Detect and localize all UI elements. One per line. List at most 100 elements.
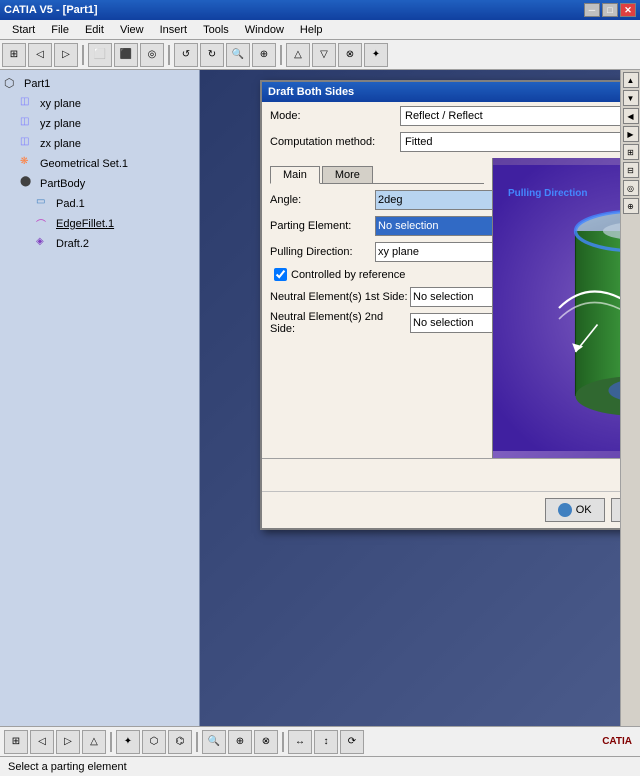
ok-icon	[558, 503, 572, 517]
dialog-footer: OK Cancel Preview	[262, 491, 620, 528]
bottom-btn-4[interactable]: △	[82, 730, 106, 754]
bottom-btn-6[interactable]: ⬡	[142, 730, 166, 754]
menu-tools[interactable]: Tools	[195, 22, 237, 38]
mode-label: Mode:	[270, 110, 400, 122]
close-button[interactable]: ✕	[620, 3, 636, 17]
tree-item-partbody[interactable]: ⬤ PartBody	[4, 174, 195, 194]
tree-item-geoset[interactable]: ❋ Geometrical Set.1	[4, 154, 195, 174]
ok-button[interactable]: OK	[545, 498, 605, 522]
pad-icon: ▭	[36, 196, 52, 212]
bottom-toolbar: ⊞ ◁ ▷ △ ✦ ⬡ ⌬ 🔍 ⊕ ⊗ ↔ ↕ ⟳ CATIA	[0, 726, 640, 756]
bottom-btn-8[interactable]: 🔍	[202, 730, 226, 754]
part-icon: ⬡	[4, 76, 20, 92]
toolbar-btn-4[interactable]: ⬜	[88, 43, 112, 67]
tree-item-part1[interactable]: ⬡ Part1	[4, 74, 195, 94]
pulling-direction-preview-label: Pulling Direction	[508, 188, 587, 199]
workspace: ⬡ Part1 ◫ xy plane ◫ yz plane ◫ zx plane…	[0, 70, 640, 726]
geoset-icon: ❋	[20, 156, 36, 172]
dialog-preview: Neutral 1st side Pulling Direction Neutr…	[492, 158, 620, 458]
toolbar-btn-1[interactable]: ⊞	[2, 43, 26, 67]
right-sidebar: ▲ ▼ ◀ ▶ ⊞ ⊟ ◎ ⊕	[620, 70, 640, 726]
toolbar-btn-12[interactable]: ▽	[312, 43, 336, 67]
bottom-btn-11[interactable]: ↔	[288, 730, 312, 754]
sidebar-btn-6[interactable]: ⊟	[623, 162, 639, 178]
bottom-btn-10[interactable]: ⊗	[254, 730, 278, 754]
bottom-btn-5[interactable]: ✦	[116, 730, 140, 754]
toolbar-btn-5[interactable]: ⬛	[114, 43, 138, 67]
menu-file[interactable]: File	[43, 22, 77, 38]
main-toolbar: ⊞ ◁ ▷ ⬜ ⬛ ◎ ↺ ↻ 🔍 ⊕ △ ▽ ⊗ ✦	[0, 40, 640, 70]
controlled-checkbox[interactable]	[274, 268, 287, 281]
neutral-1st-label: Neutral Element(s) 1st Side:	[270, 291, 410, 303]
minimize-button[interactable]: ─	[584, 3, 600, 17]
preview-svg	[493, 158, 620, 458]
menu-insert[interactable]: Insert	[152, 22, 196, 38]
tab-more[interactable]: More	[322, 166, 373, 183]
draft-dialog: Draft Both Sides ─ □ ✕ Mode: Reflect / R…	[260, 80, 620, 530]
title-bar-text: CATIA V5 - [Part1]	[4, 4, 98, 16]
bottom-btn-9[interactable]: ⊕	[228, 730, 252, 754]
pulling-row: Pulling Direction:	[270, 242, 484, 262]
computation-label: Computation method:	[270, 136, 400, 148]
toolbar-btn-8[interactable]: ↻	[200, 43, 224, 67]
tree-panel: ⬡ Part1 ◫ xy plane ◫ yz plane ◫ zx plane…	[0, 70, 200, 726]
dialog-less-row: <<Less	[262, 458, 620, 491]
maximize-button[interactable]: □	[602, 3, 618, 17]
bottom-btn-1[interactable]: ⊞	[4, 730, 28, 754]
dialog-tabs: Main More	[270, 166, 484, 184]
menu-edit[interactable]: Edit	[77, 22, 112, 38]
tab-main[interactable]: Main	[270, 166, 320, 184]
bottom-btn-3[interactable]: ▷	[56, 730, 80, 754]
dialog-title-text: Draft Both Sides	[268, 86, 354, 98]
bottom-btn-2[interactable]: ◁	[30, 730, 54, 754]
toolbar-btn-6[interactable]: ◎	[140, 43, 164, 67]
fillet-icon: ⌒	[36, 216, 52, 232]
tree-item-zx[interactable]: ◫ zx plane	[4, 134, 195, 154]
toolbar-btn-7[interactable]: ↺	[174, 43, 198, 67]
neutral-2nd-row: Neutral Element(s) 2nd Side: ⊕	[270, 311, 484, 335]
menu-view[interactable]: View	[112, 22, 152, 38]
viewport[interactable]: Z X Y Draft Both Sides ─	[200, 70, 620, 726]
computation-select[interactable]: Fitted	[400, 132, 620, 152]
tree-item-pad[interactable]: ▭ Pad.1	[4, 194, 195, 214]
toolbar-btn-10[interactable]: ⊕	[252, 43, 276, 67]
dialog-form: Main More Angle: ⇕ Parting Element:	[262, 158, 492, 458]
tree-item-draft[interactable]: ◈ Draft.2	[4, 234, 195, 254]
plane-icon-zx: ◫	[20, 136, 36, 152]
menu-window[interactable]: Window	[237, 22, 292, 38]
toolbar-btn-13[interactable]: ⊗	[338, 43, 362, 67]
bottom-btn-7[interactable]: ⌬	[168, 730, 192, 754]
neutral-2nd-label: Neutral Element(s) 2nd Side:	[270, 311, 410, 335]
menu-start[interactable]: Start	[4, 22, 43, 38]
toolbar-sep-1	[82, 45, 84, 65]
sidebar-btn-1[interactable]: ▲	[623, 72, 639, 88]
toolbar-btn-3[interactable]: ▷	[54, 43, 78, 67]
toolbar-btn-11[interactable]: △	[286, 43, 310, 67]
tree-item-fillet[interactable]: ⌒ EdgeFillet.1	[4, 214, 195, 234]
sidebar-btn-4[interactable]: ▶	[623, 126, 639, 142]
tree-item-yz[interactable]: ◫ yz plane	[4, 114, 195, 134]
pulling-label: Pulling Direction:	[270, 246, 375, 258]
menu-help[interactable]: Help	[292, 22, 331, 38]
angle-row: Angle: ⇕	[270, 190, 484, 210]
cancel-button[interactable]: Cancel	[611, 498, 620, 522]
sidebar-btn-5[interactable]: ⊞	[623, 144, 639, 160]
bottom-btn-13[interactable]: ⟳	[340, 730, 364, 754]
sidebar-btn-2[interactable]: ▼	[623, 90, 639, 106]
status-bar: Select a parting element	[0, 756, 640, 776]
parting-row: Parting Element:	[270, 216, 484, 236]
tree-item-xy[interactable]: ◫ xy plane	[4, 94, 195, 114]
toolbar-sep-3	[280, 45, 282, 65]
toolbar-btn-9[interactable]: 🔍	[226, 43, 250, 67]
sidebar-btn-8[interactable]: ⊕	[623, 198, 639, 214]
toolbar-btn-2[interactable]: ◁	[28, 43, 52, 67]
status-message: Select a parting element	[8, 761, 127, 773]
neutral-1st-row: Neutral Element(s) 1st Side: ⊕	[270, 287, 484, 307]
bottom-btn-12[interactable]: ↕	[314, 730, 338, 754]
catia-watermark: CATIA	[602, 736, 636, 747]
toolbar-sep-2	[168, 45, 170, 65]
toolbar-btn-14[interactable]: ✦	[364, 43, 388, 67]
sidebar-btn-3[interactable]: ◀	[623, 108, 639, 124]
mode-select[interactable]: Reflect / Reflect	[400, 106, 620, 126]
sidebar-btn-7[interactable]: ◎	[623, 180, 639, 196]
